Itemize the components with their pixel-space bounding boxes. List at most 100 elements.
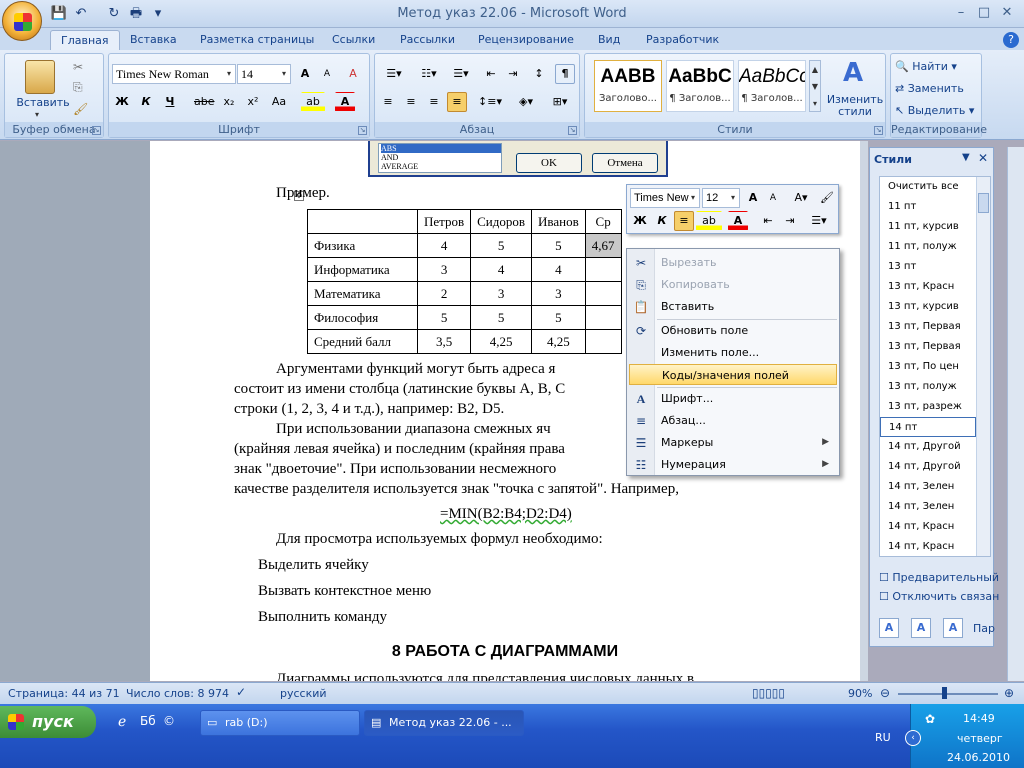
styles-list-scrollbar[interactable] [976, 177, 990, 556]
zoom-slider[interactable] [898, 693, 998, 695]
font-color-icon[interactable]: A [335, 92, 355, 112]
close-button[interactable]: ✕ [996, 4, 1018, 22]
sort-icon[interactable]: ↕ [529, 64, 549, 84]
tab-references[interactable]: Ссылки [322, 30, 385, 50]
table-cell[interactable]: Физика [307, 233, 418, 258]
manage-styles-icon[interactable]: A [943, 618, 963, 638]
style-item[interactable]: 14 пт, Зелен [880, 497, 976, 517]
font-size-combo[interactable]: 14 ▾ [237, 64, 291, 84]
quicklaunch-app-icon[interactable]: Бб [140, 714, 156, 728]
linked-styles-checkbox[interactable]: ☐ Отключить связан [879, 590, 999, 603]
styles-scroll-icon[interactable]: ▲ ▼ ▾ [809, 60, 821, 112]
tab-review[interactable]: Рецензирование [468, 30, 584, 50]
table-cell[interactable]: 4 [531, 257, 586, 282]
style-item[interactable]: 14 пт, Зелен [880, 477, 976, 497]
copy-icon[interactable]: ⎘ [73, 80, 83, 95]
bullets-icon[interactable]: ☰▾ [378, 64, 410, 84]
menu-item-paste[interactable]: 📋 Вставить [629, 296, 837, 317]
function-item-abs[interactable]: ABS [381, 144, 501, 153]
table-header-cell[interactable]: Иванов [531, 209, 586, 234]
table-cell[interactable]: 5 [470, 305, 533, 330]
style-item[interactable]: 11 пт, курсив [880, 217, 976, 237]
style-item[interactable]: 13 пт, Первая [880, 317, 976, 337]
menu-item-paragraph[interactable]: ≡ Абзац... [629, 410, 837, 431]
table-cell[interactable]: 5 [470, 233, 533, 258]
style-item[interactable]: 14 пт, Красн [880, 517, 976, 537]
table-cell[interactable]: Информатика [307, 257, 418, 282]
clock-time[interactable]: 14:49 [963, 712, 995, 725]
mini-bold-button[interactable]: Ж [630, 211, 650, 231]
clear-format-button[interactable]: A [343, 64, 363, 84]
mini-decrease-indent-icon[interactable]: ⇤ [758, 211, 778, 231]
table-cell[interactable]: Философия [307, 305, 418, 330]
table-cell[interactable]: Математика [307, 281, 418, 306]
document-scrollbar[interactable] [860, 141, 868, 681]
menu-item-copy[interactable]: ⎘ Копировать [629, 274, 837, 295]
style-item[interactable]: 13 пт [880, 257, 976, 277]
table-cell[interactable] [584, 257, 622, 282]
shading-icon[interactable]: ◈▾ [511, 92, 541, 112]
table-cell[interactable]: 2 [416, 281, 472, 306]
maximize-button[interactable]: □ [973, 4, 995, 22]
table-cell[interactable] [584, 305, 622, 330]
shrink-font-button[interactable]: A [317, 64, 337, 84]
style-item[interactable]: 14 пт, Красн [880, 537, 976, 556]
view-buttons-icon[interactable]: ▯▯▯▯▯ [752, 686, 785, 700]
change-styles-icon[interactable]: A [838, 58, 868, 88]
styles-list[interactable]: Очистить все 11 пт 11 пт, курсив 11 пт, … [879, 176, 991, 557]
menu-item-font[interactable]: A Шрифт... [629, 388, 837, 409]
decrease-indent-icon[interactable]: ⇤ [481, 64, 501, 84]
zoom-in-icon[interactable]: ⊕ [1004, 686, 1014, 700]
office-button[interactable] [2, 1, 42, 41]
language-indicator-tray[interactable]: RU [875, 731, 891, 744]
table-cell[interactable]: 3 [416, 257, 472, 282]
style-item[interactable]: 14 пт, Другой [880, 457, 976, 477]
style-item[interactable]: 13 пт, Первая [880, 337, 976, 357]
font-launcher-icon[interactable]: ↘ [358, 126, 367, 135]
help-icon[interactable]: ? [1003, 32, 1019, 48]
function-item-and[interactable]: AND [381, 153, 501, 162]
clipboard-launcher-icon[interactable]: ↘ [92, 126, 101, 135]
word-count[interactable]: Число слов: 8 974 [126, 687, 229, 700]
borders-icon[interactable]: ⊞▾ [545, 92, 575, 112]
menu-item-cut[interactable]: ✂ Вырезать [629, 252, 837, 273]
table-cell[interactable]: 4 [416, 233, 472, 258]
grades-table[interactable]: Петров Сидоров Иванов Ср Физика 4 5 5 4,… [307, 209, 622, 354]
options-link[interactable]: Пар [973, 622, 995, 635]
table-cell[interactable]: 3,5 [416, 329, 472, 354]
tray-expand-icon[interactable]: ‹ [905, 730, 921, 746]
task-explorer[interactable]: ▭ rab (D:) [200, 710, 360, 736]
style-item-selected[interactable]: 14 пт [880, 417, 976, 437]
table-cell[interactable]: Средний балл [307, 329, 418, 354]
style-item[interactable]: 11 пт [880, 197, 976, 217]
italic-button[interactable]: К [136, 92, 156, 112]
align-left-icon[interactable]: ≡ [378, 92, 398, 112]
mini-justify-icon[interactable]: ≡ [674, 211, 694, 231]
strikethrough-button[interactable]: abe [193, 92, 216, 112]
tab-view[interactable]: Вид [588, 30, 630, 50]
page-count[interactable]: Страница: 44 из 71 [8, 687, 120, 700]
menu-item-bullets[interactable]: ☰ Маркеры ▶ [629, 432, 837, 453]
align-center-icon[interactable]: ≡ [401, 92, 421, 112]
cut-icon[interactable]: ✂ [73, 60, 83, 74]
table-cell[interactable]: 3 [531, 281, 586, 306]
menu-item-numbering[interactable]: ☷ Нумерация ▶ [629, 454, 837, 475]
mini-styles-icon[interactable]: A▾ [787, 188, 815, 208]
zoom-thumb[interactable] [942, 687, 947, 699]
tab-mailings[interactable]: Рассылки [390, 30, 465, 50]
style-item[interactable]: 14 пт, Другой [880, 437, 976, 457]
function-list[interactable]: ABS AND AVERAGE [378, 143, 502, 173]
style-item[interactable]: Очистить все [880, 177, 976, 197]
style-heading-3[interactable]: AaBbCc ¶ Заголов... [738, 60, 806, 112]
preview-checkbox[interactable]: ☐ Предварительный [879, 571, 999, 584]
spellcheck-icon[interactable]: ✓ [236, 685, 246, 699]
pane-menu-icon[interactable]: ▼ [962, 152, 970, 163]
multilevel-list-icon[interactable]: ☰▾ [448, 64, 474, 84]
table-cell[interactable] [584, 281, 622, 306]
table-cell[interactable]: 4,25 [470, 329, 533, 354]
mini-italic-button[interactable]: К [652, 211, 672, 231]
style-inspector-icon[interactable]: A [911, 618, 931, 638]
function-item-average[interactable]: AVERAGE [381, 162, 501, 171]
mini-format-painter-icon[interactable]: 🖌 [817, 188, 837, 208]
table-header-cell[interactable]: Сидоров [470, 209, 533, 234]
